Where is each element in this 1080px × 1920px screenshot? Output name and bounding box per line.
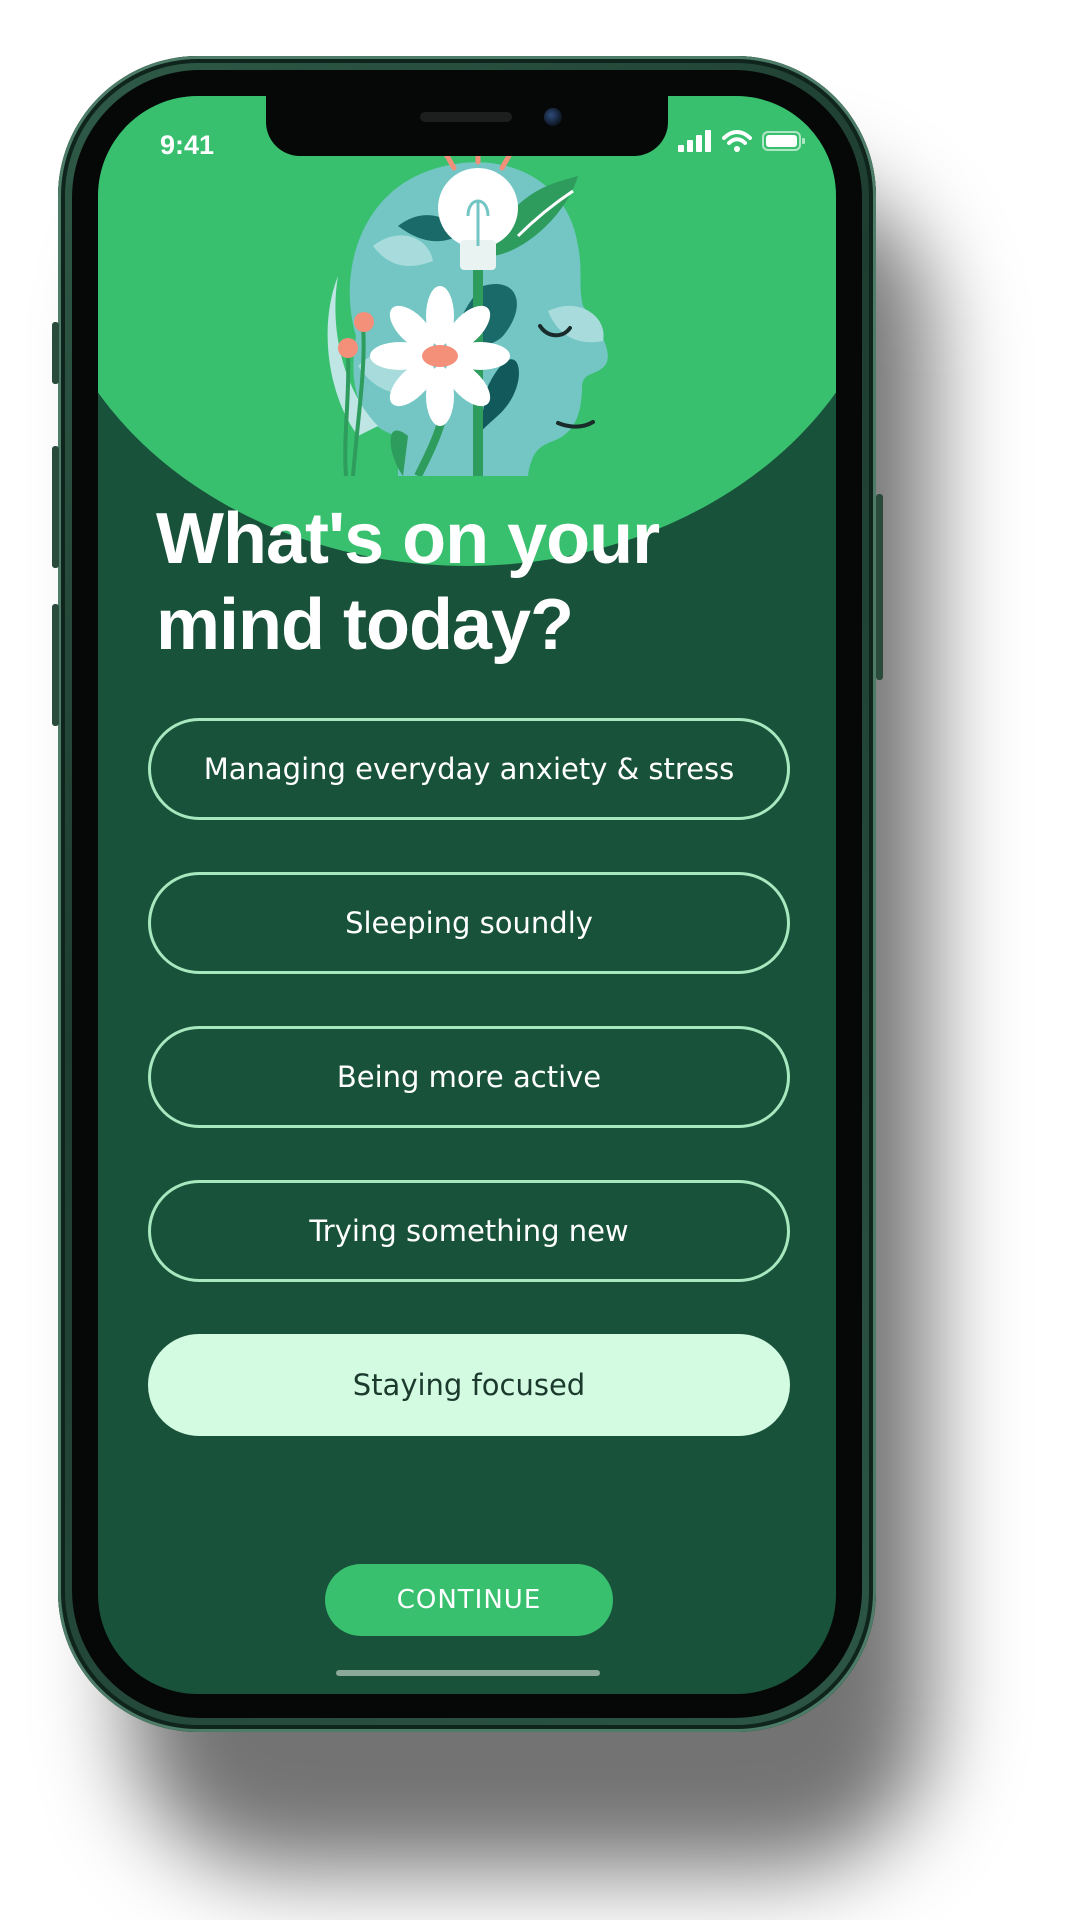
- mind-head-lightbulb-flower-illustration: [327, 143, 608, 476]
- bud-stem: [343, 350, 351, 476]
- option-anxiety-stress[interactable]: Managing everyday anxiety & stress: [148, 718, 790, 820]
- page-title: What's on your mind today?: [156, 499, 660, 665]
- app-screen: 9:41 What's on your mind today? Managing: [98, 96, 836, 1694]
- speaker-grille: [420, 112, 512, 122]
- wifi-icon: [722, 130, 752, 152]
- volume-down-button: [52, 604, 59, 726]
- volume-up-button: [52, 446, 59, 568]
- option-sleeping-soundly[interactable]: Sleeping soundly: [148, 872, 790, 974]
- orange-bud: [338, 338, 358, 358]
- orange-bud: [354, 312, 374, 332]
- option-staying-focused[interactable]: Staying focused: [148, 1334, 790, 1436]
- mute-switch: [52, 322, 59, 384]
- option-trying-something-new[interactable]: Trying something new: [148, 1180, 790, 1282]
- continue-button[interactable]: CONTINUE: [325, 1564, 613, 1636]
- power-button: [876, 494, 883, 680]
- cellular-signal-icon: [678, 130, 711, 152]
- topic-options: Managing everyday anxiety & stress Sleep…: [148, 718, 790, 1488]
- status-time: 9:41: [160, 130, 215, 160]
- status-icons: [678, 130, 806, 152]
- option-being-more-active[interactable]: Being more active: [148, 1026, 790, 1128]
- stage: 9:41 What's on your mind today? Managing: [0, 0, 1080, 1920]
- home-indicator[interactable]: [336, 1670, 600, 1676]
- battery-icon: [762, 131, 805, 151]
- notch: [266, 96, 668, 156]
- front-camera-icon: [544, 108, 562, 126]
